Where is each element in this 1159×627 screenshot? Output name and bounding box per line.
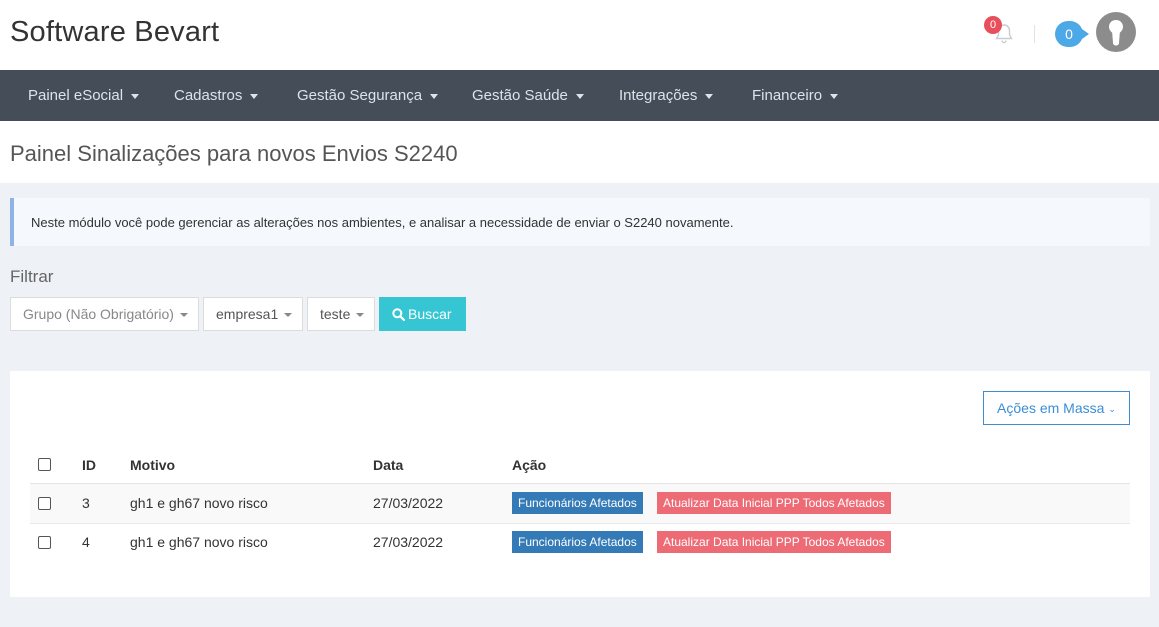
environment-select[interactable]: teste [307,297,375,331]
row-data: 27/03/2022 [373,534,444,550]
nav-label: Gestão Segurança [297,87,423,104]
nav-cadastros[interactable]: Cadastros [174,70,259,121]
caret-down-icon [284,313,293,318]
page-title-bar: Painel Sinalizações para novos Envios S2… [0,121,1159,183]
search-icon [392,308,406,322]
caret-down-icon [131,93,140,99]
row-id: 4 [82,534,90,550]
nav-label: Integrações [619,87,698,104]
group-select-value: Grupo (Não Obrigatório) [23,306,174,322]
search-button-label: Buscar [408,306,452,322]
bulk-actions-label: Ações em Massa [997,400,1105,416]
update-ppp-date-button[interactable]: Atualizar Data Inicial PPP Todos Afetado… [657,531,891,553]
nav-label: Gestão Saúde [472,87,568,104]
search-button[interactable]: Buscar [379,297,466,331]
bulk-actions-button[interactable]: Ações em Massa ⌄ [983,391,1130,425]
row-checkbox[interactable] [38,497,51,510]
notifications-button[interactable]: 0 [984,16,1016,46]
update-ppp-date-button[interactable]: Atualizar Data Inicial PPP Todos Afetado… [657,492,891,514]
info-alert: Neste módulo você pode gerenciar as alte… [10,198,1150,246]
top-header: Software Bevart 0 0 [0,0,1159,70]
inbox-count-badge[interactable]: 0 [1055,21,1089,47]
header-divider [1034,25,1035,43]
row-motivo: gh1 e gh67 novo risco [130,495,268,511]
group-select[interactable]: Grupo (Não Obrigatório) [10,297,199,331]
nav-label: Financeiro [752,87,823,104]
table-row: 4 gh1 e gh67 novo risco 27/03/2022 Funci… [30,524,1130,563]
caret-down-icon [356,313,365,318]
caret-down-icon [830,93,839,99]
row-motivo: gh1 e gh67 novo risco [130,534,268,550]
row-checkbox[interactable] [38,536,51,549]
user-avatar[interactable] [1096,12,1136,52]
main-navbar: Painel eSocial Cadastros Gestão Seguranç… [0,70,1159,121]
affected-employees-button[interactable]: Funcionários Afetados [512,531,643,553]
column-header-motivo[interactable]: Motivo [130,457,175,473]
select-all-checkbox[interactable] [38,458,51,471]
results-panel: Ações em Massa ⌄ ID Motivo Data Ação 3 gh… [10,371,1150,597]
nav-financeiro[interactable]: Financeiro [752,70,839,121]
nav-label: Painel eSocial [28,87,124,104]
user-silhouette-icon [1109,20,1123,46]
info-alert-text: Neste módulo você pode gerenciar as alte… [31,215,734,230]
row-data: 27/03/2022 [373,495,444,511]
caret-down-icon [575,93,584,99]
nav-gestao-saude[interactable]: Gestão Saúde [472,70,584,121]
nav-label: Cadastros [174,87,243,104]
affected-employees-button[interactable]: Funcionários Afetados [512,492,643,514]
row-id: 3 [82,495,90,511]
app-title[interactable]: Software Bevart [10,16,219,49]
column-header-acao: Ação [512,457,547,473]
company-select-value: empresa1 [216,306,279,322]
company-select[interactable]: empresa1 [203,297,303,331]
caret-down-icon [179,313,188,318]
notification-count-badge: 0 [984,16,1002,34]
column-header-data[interactable]: Data [373,457,403,473]
table-row: 3 gh1 e gh67 novo risco 27/03/2022 Funci… [30,484,1130,523]
environment-select-value: teste [320,306,351,322]
caret-down-icon [250,93,259,99]
chevron-down-icon: ⌄ [1108,404,1116,414]
nav-gestao-seguranca[interactable]: Gestão Segurança [297,70,439,121]
page-title: Painel Sinalizações para novos Envios S2… [10,141,458,166]
column-header-id[interactable]: ID [82,457,96,473]
filter-label: Filtrar [10,267,54,286]
nav-painel-esocial[interactable]: Painel eSocial [28,70,140,121]
caret-down-icon [705,93,714,99]
nav-integracoes[interactable]: Integrações [619,70,714,121]
caret-down-icon [430,93,439,99]
